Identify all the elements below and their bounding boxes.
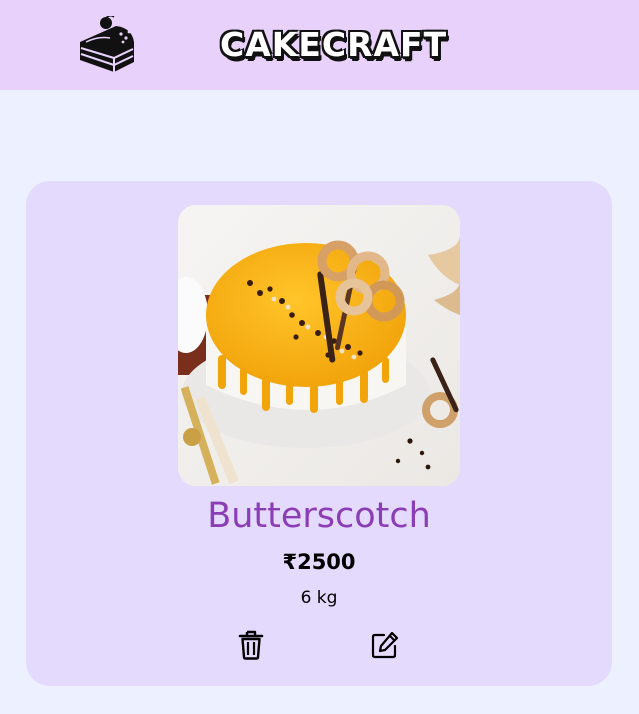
brand-title[interactable]: CAKECRAFT <box>220 22 447 68</box>
delete-button[interactable] <box>236 630 266 664</box>
app-header: CAKECRAFT <box>0 0 639 90</box>
edit-button[interactable] <box>370 631 400 663</box>
cake-weight: 6 kg <box>300 588 338 608</box>
cake-price: ₹2500 <box>282 550 356 574</box>
cake-name: Butterscotch <box>207 496 431 536</box>
trash-icon <box>238 630 264 664</box>
cake-card: Butterscotch ₹2500 6 kg <box>26 181 612 686</box>
cake-photo <box>178 205 460 486</box>
edit-icon <box>370 630 400 664</box>
cake-slice-icon[interactable] <box>76 14 138 74</box>
